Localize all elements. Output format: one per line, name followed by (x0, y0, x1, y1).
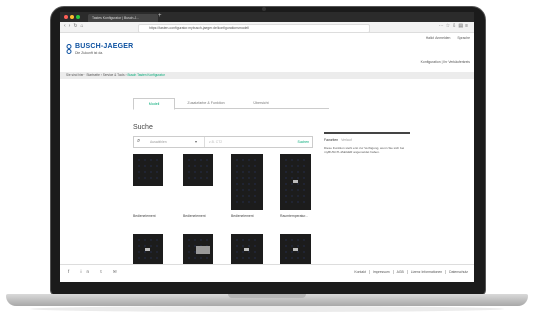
product-card[interactable] (231, 234, 263, 264)
camera-icon (262, 7, 266, 11)
tab-model[interactable]: Modell (133, 98, 175, 110)
footer-link-contact[interactable]: Kontakt (351, 270, 366, 274)
breadcrumb-item: Sie sind hier (66, 73, 84, 77)
history-tab[interactable]: Verlauf (341, 138, 352, 142)
footer-link-agb[interactable]: AGB (392, 270, 404, 274)
twitter-icon[interactable]: t (100, 269, 106, 274)
new-tab-icon[interactable]: + (158, 13, 162, 19)
product-card[interactable] (133, 234, 163, 264)
search-button[interactable]: Suchen (298, 137, 310, 147)
language-link[interactable]: Sprache (457, 36, 470, 40)
product-label[interactable]: Raumtemperatur... (280, 214, 308, 218)
search-bar: ⌕ Auswählen ▾ z.B. CT2 Suchen (133, 136, 313, 148)
laptop-notch (228, 294, 306, 298)
busch-jaeger-logo-icon (66, 44, 72, 54)
section-title: Suche (133, 124, 153, 131)
chevron-down-icon[interactable]: ▾ (195, 137, 197, 147)
insert-icon (196, 246, 210, 254)
laptop-shadow (30, 306, 504, 312)
search-icon: ⌕ (137, 138, 141, 144)
category-select[interactable]: Auswählen (150, 137, 167, 147)
browser-tab[interactable]: Tastes Konfigurator | Busch-J... (88, 14, 158, 22)
product-card[interactable] (133, 154, 163, 186)
display-icon (293, 180, 298, 183)
linkedin-icon[interactable]: in (81, 269, 95, 274)
display-icon (244, 248, 249, 251)
header-links: Konfiguration | Ihr Verkäuferkreis (420, 60, 470, 64)
nav-bar: ‹›↻⌂ 🔒 https://tasten-configurator.mybus… (60, 22, 474, 33)
product-label[interactable]: Bedienelement (133, 214, 156, 218)
breadcrumb-active: Busch Tasten Konfigurator (127, 73, 165, 77)
breadcrumb: Sie sind hier · Startseite › Service & T… (60, 72, 474, 79)
product-label[interactable]: Bedienelement (231, 214, 254, 218)
social-links: f in t ✉ (68, 269, 122, 275)
toolbar-icons[interactable]: ⋯☆⇩▤≡ (439, 23, 470, 29)
favorites-tab[interactable]: Favoriten (324, 138, 338, 142)
display-icon (293, 248, 298, 251)
minimize-window-icon[interactable] (70, 15, 74, 19)
search-input[interactable]: z.B. CT2 (204, 137, 222, 147)
tab-overview[interactable]: Übersicht (239, 98, 283, 108)
breadcrumb-item[interactable]: Startseite (86, 73, 99, 77)
step-tabs: Modell Zusatzfarbe & Funktion Übersicht (133, 98, 329, 110)
product-label[interactable]: Bedienelement (183, 214, 206, 218)
logo-text[interactable]: BUSCH-JAEGER (75, 43, 133, 50)
footer: f in t ✉ Kontakt Impressum AGB Lizenz In… (60, 264, 474, 282)
sales-link[interactable]: Ihr Verkäuferkreis (443, 60, 470, 64)
product-card[interactable] (183, 234, 213, 264)
tab-additional-color[interactable]: Zusatzfarbe & Funktion (177, 98, 235, 108)
product-card[interactable] (280, 234, 311, 264)
close-window-icon[interactable] (64, 15, 68, 19)
maximize-window-icon[interactable] (76, 15, 80, 19)
favorites-panel: Favoriten Verlauf Diese Funktion steht e… (324, 132, 410, 154)
configuration-link[interactable]: Konfiguration (421, 60, 441, 64)
login-link[interactable]: Hallo! Anmelden (426, 36, 451, 40)
footer-link-imprint[interactable]: Impressum (368, 270, 390, 274)
product-card[interactable] (280, 154, 311, 210)
footer-links: Kontakt Impressum AGB Lizenz Information… (349, 270, 468, 274)
breadcrumb-item[interactable]: Service & Tools (103, 73, 125, 77)
footer-link-license[interactable]: Lizenz Informationen (406, 270, 443, 274)
facebook-icon[interactable]: f (68, 269, 74, 274)
url-bar[interactable]: https://tasten-configurator.mybusch-jaeg… (138, 23, 370, 33)
display-icon (145, 248, 150, 251)
footer-link-privacy[interactable]: Datenschutz (445, 270, 468, 274)
browser-window: Tastes Konfigurator | Busch-J... + ‹›↻⌂ … (60, 12, 474, 282)
favorites-title: Favoriten Verlauf (324, 138, 410, 142)
product-card[interactable] (183, 154, 213, 186)
favorites-text: Diese Funktion steht erst zur Verfügung,… (324, 146, 405, 155)
header-meta: Hallo! Anmelden Sprache (420, 36, 470, 40)
nav-buttons-icon[interactable]: ‹›↻⌂ (64, 23, 87, 29)
product-card[interactable] (231, 154, 263, 210)
logo-subtitle: Die Zukunft ist da. (75, 51, 104, 55)
tab-bar: Tastes Konfigurator | Busch-J... + (60, 12, 474, 22)
mail-icon[interactable]: ✉ (113, 269, 122, 274)
